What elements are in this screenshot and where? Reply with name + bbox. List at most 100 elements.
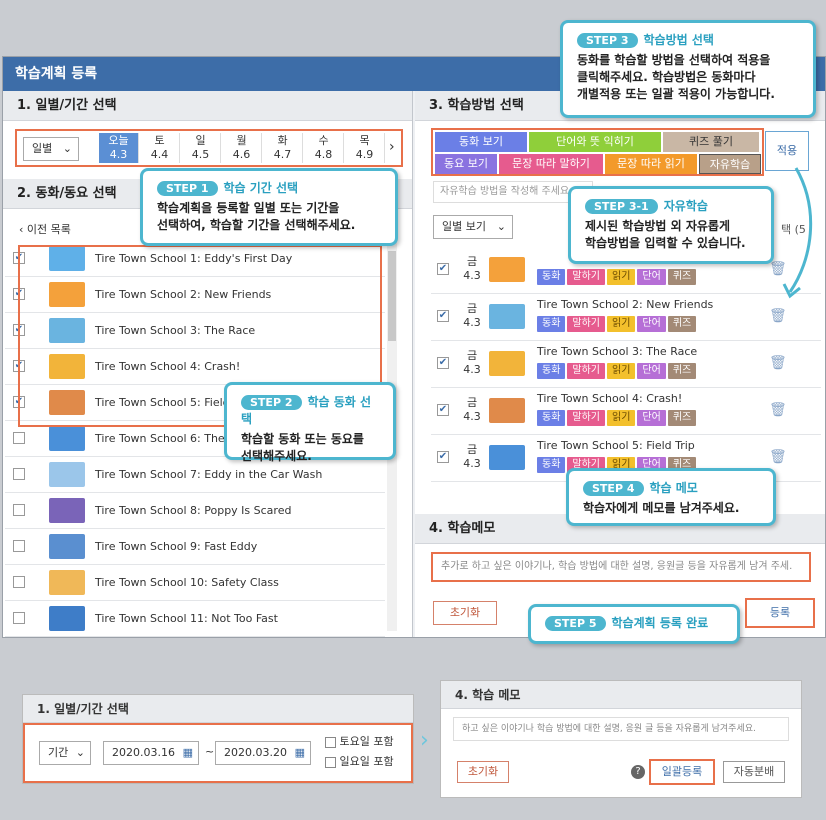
help-icon[interactable]: ?: [631, 765, 645, 779]
method-speak[interactable]: 문장 따라 말하기: [499, 154, 603, 174]
method-tag[interactable]: 단어: [637, 410, 666, 426]
chevron-down-icon: ⌄: [75, 746, 85, 759]
start-date-input[interactable]: 2020.03.16 ▦: [103, 741, 199, 765]
trash-icon[interactable]: 🗑: [769, 402, 787, 418]
checkbox[interactable]: ✔: [437, 404, 449, 416]
checkbox[interactable]: ✔: [437, 451, 449, 463]
method-tag[interactable]: 퀴즈: [667, 363, 697, 379]
method-tag[interactable]: 동화: [537, 316, 566, 332]
auto-distribute-button[interactable]: 자동분배: [723, 761, 785, 783]
method-tag[interactable]: 동화: [537, 269, 566, 285]
view-mode-select[interactable]: 일별 보기 ⌄: [433, 215, 513, 239]
checkbox[interactable]: [13, 612, 25, 624]
method-buttons: 동화 보기 단어와 뜻 익히기 퀴즈 풀기 동요 보기 문장 따라 말하기 문장…: [431, 128, 764, 176]
view-mode-value: 일별 보기: [442, 220, 486, 233]
method-tag[interactable]: 말하기: [567, 316, 606, 332]
plan-day: 금: [466, 443, 478, 456]
method-read[interactable]: 문장 따라 읽기: [605, 154, 697, 174]
method-tag[interactable]: 퀴즈: [667, 410, 697, 426]
plan-tags: 동화 말하기 읽기 단어 퀴즈: [537, 410, 698, 426]
video-row[interactable]: Tire Town School 8: Poppy Is Scared: [5, 493, 385, 529]
plan-day: 금: [466, 255, 478, 268]
scrollbar-thumb[interactable]: [388, 251, 396, 341]
trash-icon[interactable]: 🗑: [769, 355, 787, 371]
plan-day: 금: [466, 349, 478, 362]
method-tag[interactable]: 동화: [537, 363, 566, 379]
day-date: 4.3: [109, 148, 128, 161]
checkbox[interactable]: ✔: [437, 357, 449, 369]
step2-text: 학습할 동화 또는 동요를: [241, 432, 364, 446]
reset-button[interactable]: 초기화: [433, 601, 497, 625]
method-tag[interactable]: 읽기: [607, 316, 636, 332]
video-thumbnail: [489, 257, 525, 282]
back-link[interactable]: ‹ 이전 목록: [19, 221, 71, 237]
day-thu[interactable]: 목 4.9: [345, 133, 385, 163]
date-selector: 일별 ⌄ 오늘 4.3 토 4.4 일 4.5 월 4.6 화 4.7 수 4.8 목 4.9…: [15, 129, 403, 167]
mode-select[interactable]: 일별 ⌄: [23, 137, 79, 161]
video-row[interactable]: Tire Town School 9: Fast Eddy: [5, 529, 385, 565]
include-saturday[interactable]: 토요일 포함: [325, 733, 394, 749]
checkbox[interactable]: [13, 468, 25, 480]
checkbox[interactable]: [325, 736, 336, 748]
calendar-icon[interactable]: ▦: [295, 742, 305, 764]
checkbox[interactable]: [13, 432, 25, 444]
video-title: Tire Town School 8: Poppy Is Scared: [95, 504, 292, 517]
end-date-input[interactable]: 2020.03.20 ▦: [215, 741, 311, 765]
checkbox[interactable]: ✔: [437, 263, 449, 275]
step4-pill: STEP 4: [583, 481, 644, 496]
checkbox[interactable]: ✔: [437, 310, 449, 322]
memo-input-small[interactable]: 하고 싶은 이야기나 학습 방법에 대한 설명, 응원 글 등을 자유롭게 남겨…: [453, 717, 789, 741]
period-panel: 1. 일별/기간 선택 기간 ⌄ 2020.03.16 ▦ ~ 2020.03.…: [22, 694, 414, 784]
method-tag[interactable]: 말하기: [567, 363, 606, 379]
submit-button[interactable]: 등록: [745, 598, 815, 628]
period-mode-select[interactable]: 기간 ⌄: [39, 741, 91, 765]
method-tag[interactable]: 읽기: [607, 269, 636, 285]
method-tag[interactable]: 말하기: [567, 269, 606, 285]
video-title: Tire Town School 10: Safety Class: [95, 576, 279, 589]
checkbox[interactable]: [13, 540, 25, 552]
day-sat[interactable]: 토 4.4: [140, 133, 180, 163]
chevron-right-icon: ›: [420, 728, 429, 753]
include-sunday[interactable]: 일요일 포함: [325, 753, 394, 769]
chevron-down-icon: ⌄: [496, 220, 506, 233]
method-tag[interactable]: 퀴즈: [667, 269, 697, 285]
reset-button-small[interactable]: 초기화: [457, 761, 509, 783]
trash-icon[interactable]: 🗑: [769, 449, 787, 465]
plan-date: 금 4.3: [461, 349, 483, 377]
method-tag[interactable]: 단어: [637, 269, 666, 285]
day-mon[interactable]: 월 4.6: [222, 133, 262, 163]
method-song-view[interactable]: 동요 보기: [435, 154, 497, 174]
memo-input[interactable]: 추가로 하고 싶은 이야기나, 학습 방법에 대한 설명, 응원글 등을 자유롭…: [431, 552, 811, 582]
day-tue[interactable]: 화 4.7: [263, 133, 303, 163]
step31-text: 학습방법을 입력할 수 있습니다.: [585, 236, 746, 250]
calendar-icon[interactable]: ▦: [183, 742, 193, 764]
plan-tags: 동화 말하기 읽기 단어 퀴즈: [537, 269, 698, 285]
method-story-view[interactable]: 동화 보기: [435, 132, 527, 152]
video-row[interactable]: Tire Town School 10: Safety Class: [5, 565, 385, 601]
method-tag[interactable]: 말하기: [567, 410, 606, 426]
method-tag[interactable]: 읽기: [607, 410, 636, 426]
step3-text: 클릭해주세요. 학습방법은 동화마다: [577, 70, 756, 84]
chevron-right-icon[interactable]: ›: [389, 139, 395, 155]
checkbox[interactable]: [325, 756, 336, 768]
day-today[interactable]: 오늘 4.3: [99, 133, 139, 163]
trash-icon[interactable]: 🗑: [769, 308, 787, 324]
checkbox[interactable]: [13, 576, 25, 588]
include-saturday-label: 토요일 포함: [339, 735, 394, 748]
method-tag[interactable]: 동화: [537, 457, 566, 473]
method-tag[interactable]: 퀴즈: [667, 316, 697, 332]
checkbox[interactable]: [13, 504, 25, 516]
day-sun[interactable]: 일 4.5: [181, 133, 221, 163]
step1-title: 학습 기간 선택: [223, 181, 299, 195]
bulk-register-button[interactable]: 일괄등록: [649, 759, 715, 785]
method-words[interactable]: 단어와 뜻 익히기: [529, 132, 661, 152]
method-tag[interactable]: 읽기: [607, 363, 636, 379]
day-name: 일: [195, 134, 206, 147]
method-tag[interactable]: 단어: [637, 316, 666, 332]
method-tag[interactable]: 동화: [537, 410, 566, 426]
method-free[interactable]: 자유학습: [699, 154, 761, 174]
method-quiz[interactable]: 퀴즈 풀기: [663, 132, 759, 152]
method-tag[interactable]: 단어: [637, 363, 666, 379]
day-wed[interactable]: 수 4.8: [304, 133, 344, 163]
video-row[interactable]: Tire Town School 11: Not Too Fast: [5, 601, 385, 637]
